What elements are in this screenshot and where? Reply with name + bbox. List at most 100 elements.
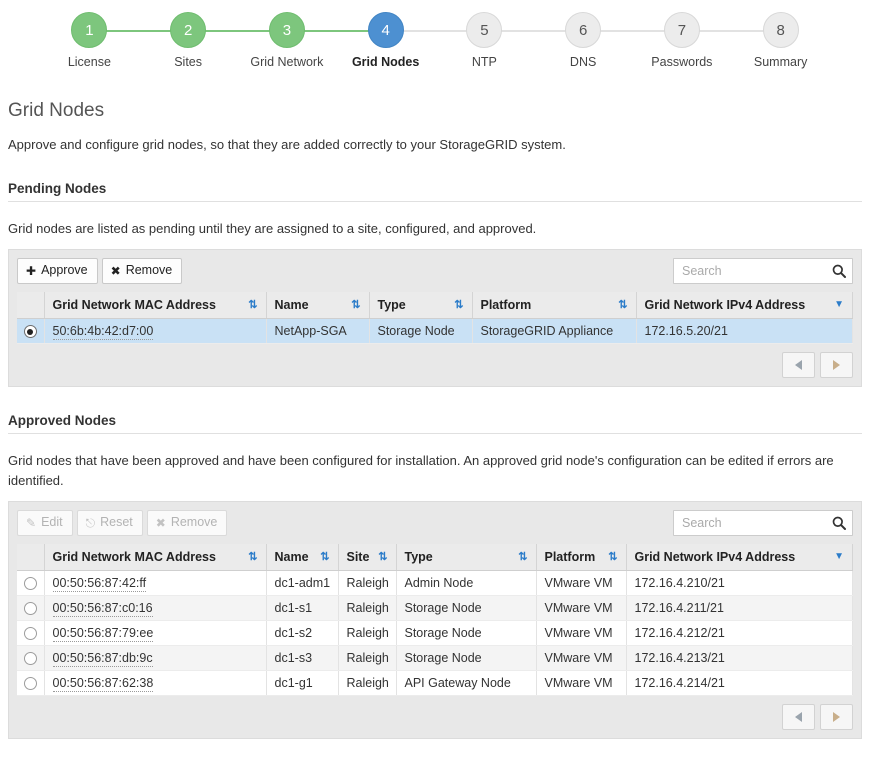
column-header[interactable]: Grid Network MAC Address ⇅ xyxy=(44,544,267,572)
chevron-down-icon[interactable]: ▼ xyxy=(834,300,844,310)
triangle-right-icon xyxy=(833,712,840,723)
column-header[interactable]: Name ⇅ xyxy=(266,292,370,320)
row-radio-button[interactable] xyxy=(23,627,37,641)
row-radio-button[interactable] xyxy=(23,677,37,691)
approve-button[interactable]: ✚ Approve xyxy=(17,258,98,285)
approved-nodes-description: Grid nodes that have been approved and h… xyxy=(8,453,834,488)
wizard-step-sites[interactable]: 2 Sites xyxy=(139,12,287,69)
remove-approved-button[interactable]: ✖ Remove xyxy=(146,510,228,537)
row-select-cell[interactable] xyxy=(17,645,45,672)
plus-icon: ✚ xyxy=(26,263,37,278)
row-select-cell[interactable] xyxy=(17,570,45,597)
sort-updown-icon[interactable]: ⇅ xyxy=(518,551,527,563)
pending-pagination xyxy=(17,344,853,379)
cell-platform: VMware VM xyxy=(536,595,627,622)
reset-button-label: Reset xyxy=(100,515,133,530)
reset-button[interactable]: ⎋ Reset xyxy=(76,510,143,537)
cell-platform: VMware VM xyxy=(536,670,627,697)
wizard-step-grid-network[interactable]: 3 Grid Network xyxy=(238,12,386,69)
page-description: Approve and configure grid nodes, so tha… xyxy=(8,137,566,152)
column-header[interactable]: Platform ⇅ xyxy=(472,292,637,320)
cell-site: Raleigh xyxy=(338,645,397,672)
cell-name: dc1-s2 xyxy=(266,620,339,647)
step-label: Passwords xyxy=(651,55,713,69)
table-row[interactable]: 00:50:56:87:79:ee dc1-s2 Raleigh Storage No… xyxy=(17,620,853,647)
wizard-step-license[interactable]: 1 License xyxy=(40,12,189,69)
step-label: Grid Network xyxy=(250,55,324,69)
row-radio-button[interactable] xyxy=(23,325,37,339)
step-label: NTP xyxy=(471,55,497,69)
column-header[interactable]: Type ⇅ xyxy=(369,292,473,320)
approved-table-header-row: Grid Network MAC Address ⇅ Name ⇅ Site ⇅ Type ⇅… xyxy=(17,544,853,572)
pencil-icon: ✎ xyxy=(26,515,37,530)
table-row[interactable]: 00:50:56:87:db:9c dc1-s3 Raleigh Storage No… xyxy=(17,645,853,672)
remove-pending-button[interactable]: ✖ Remove xyxy=(101,258,183,285)
chevron-down-icon[interactable]: ▼ xyxy=(834,552,844,562)
cell-platform: VMware VM xyxy=(536,645,627,672)
row-select-cell[interactable] xyxy=(17,318,45,345)
column-header[interactable]: Grid Network MAC Address ⇅ xyxy=(44,292,267,320)
wizard-step-summary[interactable]: 8 Summary xyxy=(731,12,830,69)
eraser-icon: ⎋ xyxy=(85,515,96,530)
cell-ipv4: 172.16.5.20/21 xyxy=(636,318,853,345)
column-header[interactable]: Grid Network IPv4 Address ▼ xyxy=(636,292,853,320)
wizard-step-passwords[interactable]: 7 Passwords xyxy=(633,12,781,69)
table-row[interactable]: 00:50:56:87:c0:16 dc1-s1 Raleigh Storage No… xyxy=(17,595,853,622)
row-radio-button[interactable] xyxy=(23,602,37,616)
sort-updown-icon[interactable]: ⇅ xyxy=(378,551,387,563)
table-row[interactable]: 50:6b:4b:42:d7:00 NetApp-SGA Storage Node S… xyxy=(17,318,853,345)
cell-ipv4: 172.16.4.212/21 xyxy=(626,620,853,647)
edit-button[interactable]: ✎ Edit xyxy=(17,510,73,537)
sort-updown-icon[interactable]: ⇅ xyxy=(248,551,257,563)
column-header-label: Type xyxy=(377,298,406,313)
column-header[interactable]: Platform ⇅ xyxy=(536,544,627,572)
wizard-step-dns[interactable]: 6 DNS xyxy=(534,12,682,69)
approved-next-page-button[interactable] xyxy=(820,704,853,731)
step-number-badge: 7 xyxy=(663,12,700,48)
row-radio-button[interactable] xyxy=(23,577,37,591)
column-header[interactable]: Site ⇅ xyxy=(338,544,397,572)
table-row[interactable]: 00:50:56:87:42:ff dc1-adm1 Raleigh Admin No… xyxy=(17,570,853,597)
row-select-cell[interactable] xyxy=(17,620,45,647)
column-header[interactable]: Name ⇅ xyxy=(266,544,339,572)
cell-platform: VMware VM xyxy=(536,570,627,597)
step-number-badge: 6 xyxy=(565,12,602,48)
triangle-left-icon xyxy=(795,360,802,371)
approve-button-label: Approve xyxy=(41,263,88,278)
pending-next-page-button[interactable] xyxy=(820,352,853,379)
column-header[interactable]: Grid Network IPv4 Address ▼ xyxy=(626,544,853,572)
column-header-label: Grid Network MAC Address xyxy=(52,298,216,313)
pending-prev-page-button[interactable] xyxy=(782,352,815,379)
approved-nodes-section-title: Approved Nodes xyxy=(8,413,862,435)
table-row[interactable]: 00:50:56:87:62:38 dc1-g1 Raleigh API Gatewa… xyxy=(17,670,853,697)
pending-table-header-row: Grid Network MAC Address ⇅ Name ⇅ Type ⇅ Platf… xyxy=(17,292,853,320)
row-radio-button[interactable] xyxy=(23,652,37,666)
row-select-cell[interactable] xyxy=(17,595,45,622)
column-header-label: Type xyxy=(404,550,433,565)
step-label: DNS xyxy=(569,55,597,69)
approved-prev-page-button[interactable] xyxy=(782,704,815,731)
sort-updown-icon[interactable]: ⇅ xyxy=(454,299,463,311)
column-header[interactable]: Type ⇅ xyxy=(396,544,537,572)
sort-updown-icon[interactable]: ⇅ xyxy=(608,551,617,563)
pending-search-input[interactable] xyxy=(673,258,853,285)
sort-updown-icon[interactable]: ⇅ xyxy=(351,299,360,311)
approved-search-wrapper xyxy=(673,510,853,537)
step-label: Sites xyxy=(174,55,203,69)
sort-updown-icon[interactable]: ⇅ xyxy=(320,551,329,563)
step-number-badge: 2 xyxy=(170,12,207,48)
triangle-left-icon xyxy=(795,712,802,723)
row-select-cell[interactable] xyxy=(17,670,45,697)
sort-updown-icon[interactable]: ⇅ xyxy=(618,299,627,311)
cell-platform: VMware VM xyxy=(536,620,627,647)
remove-pending-button-label: Remove xyxy=(125,263,173,278)
sort-updown-icon[interactable]: ⇅ xyxy=(248,299,257,311)
cell-type: Storage Node xyxy=(369,318,473,345)
approved-search-input[interactable] xyxy=(673,510,853,537)
x-icon: ✖ xyxy=(155,515,166,530)
cell-mac: 50:6b:4b:42:d7:00 xyxy=(44,318,267,345)
column-header-label: Grid Network MAC Address xyxy=(52,550,216,565)
cell-mac: 00:50:56:87:62:38 xyxy=(44,670,267,697)
wizard-step-ntp[interactable]: 5 NTP xyxy=(435,12,584,69)
wizard-step-grid-nodes[interactable]: 4 Grid Nodes xyxy=(336,12,485,69)
